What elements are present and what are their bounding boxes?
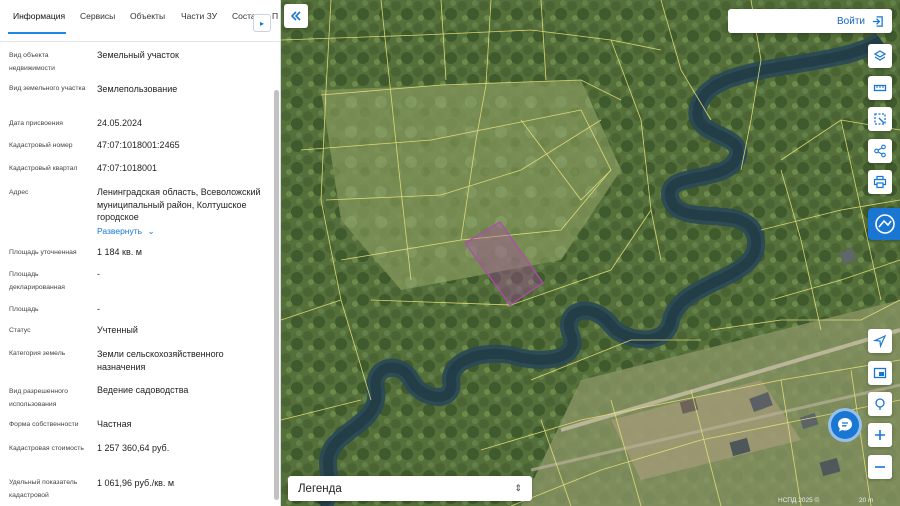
property-value: Землепользование [97,84,178,94]
expand-address-link[interactable]: Развернуть ⌄ [97,226,155,237]
ruler-icon [873,84,887,92]
property-label: Адрес [9,189,29,196]
layers-button[interactable] [868,44,892,68]
zoom-out-button[interactable] [868,455,892,479]
tabs-scroll-right-button[interactable]: ▸ [253,14,271,32]
property-label: Категория земель [9,350,66,357]
property-label: Вид объекта недвижимости [9,52,55,72]
property-value: - [97,304,100,314]
property-value: 47:07:1018001 [97,163,158,173]
layers-icon [873,50,887,61]
property-value: Частная [97,419,132,429]
property-value: Ведение садоводства [97,385,189,395]
expand-link-label: Развернуть [97,226,143,236]
navigation-arrow-icon [873,334,887,348]
tab-information[interactable]: Информация [13,11,65,21]
tab-bar: Информация Сервисы Объекты Части ЗУ Сост… [0,0,280,42]
property-label: Форма собственности [9,421,79,428]
property-label: Кадастровый номер [9,142,73,149]
collapse-panel-button[interactable] [284,4,308,28]
basemap-button[interactable] [868,361,892,385]
share-icon [874,144,886,158]
locate-button[interactable] [868,329,892,353]
tab-services[interactable]: Сервисы [80,11,115,21]
property-label: Статус [9,327,31,334]
minus-icon [875,466,885,468]
property-value: 24.05.2024 [97,118,143,128]
chevron-right-icon: ▸ [259,18,264,28]
cadastral-value: 1 257 360,64 руб. [97,443,170,453]
property-label: Кадастровый квартал [9,165,78,172]
login-label: Войти [837,15,865,27]
chat-bubble-icon [838,418,852,432]
location-search-icon [875,398,885,410]
tab-more[interactable]: П [272,11,278,21]
active-tab-indicator [8,32,66,34]
measure-button[interactable] [868,76,892,100]
info-panel: Информация Сервисы Объекты Части ЗУ Сост… [0,0,281,506]
map-attribution: НСПД 2025 © [778,497,820,504]
chevron-down-icon: ⌄ [147,226,155,236]
print-button[interactable] [868,170,892,194]
property-value: 1 061,96 руб./кв. м [97,478,175,488]
printer-icon [873,175,887,189]
login-button[interactable]: Войти [728,9,892,33]
select-area-button[interactable] [868,107,892,131]
tab-land-parts[interactable]: Части ЗУ [181,11,217,21]
address-value: Ленинградская область, Всеволожский муни… [97,187,261,222]
property-value: - [97,269,100,279]
search-location-button[interactable] [868,392,892,416]
map-scale: 20 m [859,497,874,504]
expand-collapse-icon: ⇕ [514,483,522,493]
property-label: Площадь уточненная [9,249,77,256]
status-value: Учтенный [97,325,138,335]
map-view[interactable]: Войти Легенда ⇕ НСПД 2025 © 20 m [281,0,900,506]
chat-button[interactable] [828,408,862,442]
plus-icon [875,430,885,440]
property-label: Вид разрешенного использования [9,388,68,408]
property-value: 1 184 кв. м [97,247,142,257]
nspd-service-button[interactable] [868,208,900,240]
satellite-imagery [281,0,900,506]
property-label: Удельный показатель кадастровой [9,479,78,499]
legend-label: Легенда [298,482,342,495]
panel-scrollbar[interactable] [274,90,279,500]
property-value: Земли сельскохозяйственного назначения [97,349,224,372]
legend-dropdown[interactable]: Легенда ⇕ [288,476,532,501]
login-icon [872,15,883,27]
map-frame-icon [873,367,887,379]
zoom-in-button[interactable] [868,423,892,447]
property-label: Площадь [9,306,39,313]
property-label: Кадастровая стоимость [9,445,84,452]
tab-objects[interactable]: Объекты [130,11,165,21]
share-button[interactable] [868,139,892,163]
cadastral-number-value: 47:07:1018001:2465 [97,140,180,150]
select-area-icon [874,113,886,125]
property-label: Вид земельного участка [9,85,86,92]
property-label: Площадь декларированная [9,271,65,291]
property-label: Дата присвоения [9,120,63,127]
double-chevron-left-icon [290,11,301,21]
app: Информация Сервисы Объекты Части ЗУ Сост… [0,0,900,506]
property-value: Земельный участок [97,50,179,60]
nspd-logo-icon [875,214,895,234]
